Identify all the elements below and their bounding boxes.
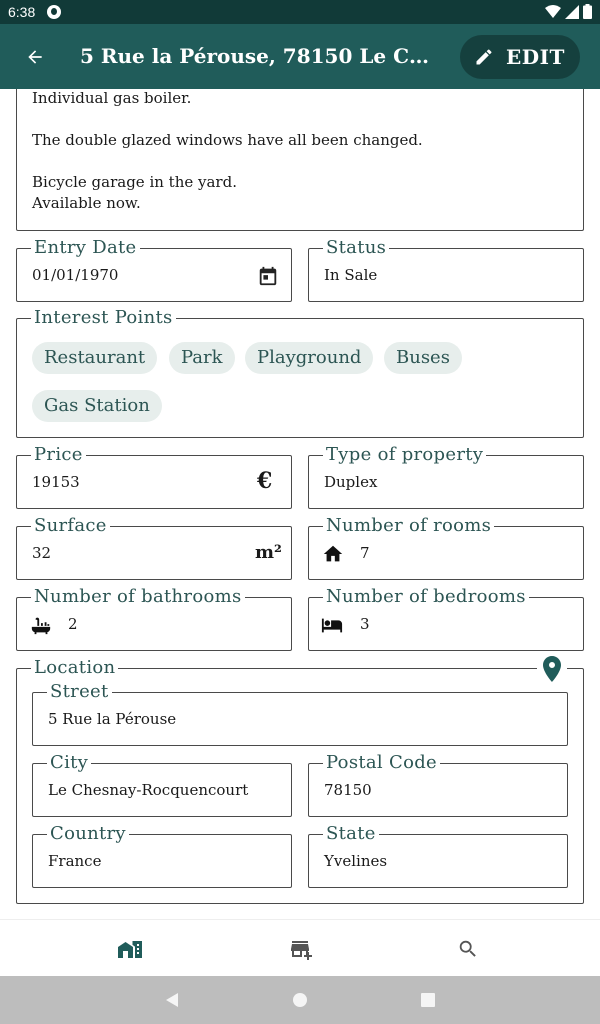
bedrooms-label: Number of bedrooms	[323, 586, 529, 608]
triangle-back-icon	[166, 993, 178, 1007]
chip-park[interactable]: Park	[169, 342, 235, 374]
square-meter-icon: m²	[255, 542, 282, 563]
interest-points-box: Interest Points Restaurant Park Playgrou…	[16, 307, 584, 438]
surface-value: 32	[32, 544, 52, 562]
bathtub-icon	[31, 617, 51, 635]
home-city-icon	[118, 940, 142, 958]
city-value: Le Chesnay-Rocquencourt	[48, 781, 249, 799]
bedrooms-field[interactable]: Number of bedrooms 3	[308, 586, 584, 651]
city-label: City	[47, 752, 92, 774]
country-field[interactable]: Country France	[32, 823, 292, 888]
postal-code-label: Postal Code	[323, 752, 440, 774]
bathrooms-field[interactable]: Number of bathrooms 2	[16, 586, 292, 651]
calendar-icon[interactable]	[257, 265, 279, 287]
circle-home-icon	[293, 993, 307, 1007]
city-field[interactable]: City Le Chesnay-Rocquencourt	[32, 752, 292, 817]
euro-icon: €	[257, 468, 273, 494]
country-label: Country	[47, 823, 129, 845]
location-label: Location	[31, 657, 119, 679]
type-of-property-label: Type of property	[323, 444, 487, 466]
system-back-button[interactable]	[142, 976, 202, 1024]
back-button[interactable]	[20, 42, 50, 72]
description-box: Individual gas boiler. The double glazed…	[16, 84, 584, 231]
entry-date-value: 01/01/1970	[32, 266, 119, 284]
street-label: Street	[47, 681, 112, 703]
bathrooms-label: Number of bathrooms	[31, 586, 245, 608]
edit-label: EDIT	[506, 45, 565, 69]
pencil-icon	[476, 49, 492, 65]
bathrooms-value: 2	[68, 615, 78, 633]
home-icon	[323, 545, 343, 562]
price-label: Price	[31, 444, 86, 466]
price-value: 19153	[32, 473, 80, 491]
signal-icon	[565, 4, 579, 19]
chip-gas-station[interactable]: Gas Station	[32, 390, 162, 422]
bed-icon	[321, 618, 343, 633]
description-line: Individual gas boiler.	[32, 89, 192, 107]
status-label: Status	[323, 237, 390, 259]
search-icon	[459, 940, 476, 957]
system-home-button[interactable]	[270, 976, 330, 1024]
arrow-back-icon	[28, 50, 42, 64]
status-field[interactable]: Status In Sale	[308, 237, 584, 302]
description-line: Bicycle garage in the yard.	[32, 173, 237, 191]
store-plus-icon	[291, 940, 312, 960]
postal-code-field[interactable]: Postal Code 78150	[308, 752, 568, 817]
entry-date-label: Entry Date	[31, 237, 140, 259]
status-time: 6:38	[8, 4, 36, 20]
rooms-value: 7	[360, 544, 370, 562]
wifi-icon	[545, 4, 561, 18]
country-value: France	[48, 852, 102, 870]
map-marker-icon[interactable]	[537, 655, 567, 687]
page-title: 5 Rue la Pérouse, 78150 Le Chesnay-Rocqu…	[80, 44, 442, 68]
system-navigation-bar	[0, 976, 600, 1024]
postal-code-value: 78150	[324, 781, 372, 799]
rooms-label: Number of rooms	[323, 515, 495, 537]
state-field[interactable]: State Yvelines	[308, 823, 568, 888]
status-bar: 6:38	[0, 0, 600, 24]
rooms-field[interactable]: Number of rooms 7	[308, 515, 584, 580]
square-recents-icon	[421, 993, 435, 1007]
app-bar: 5 Rue la Pérouse, 78150 Le Chesnay-Rocqu…	[0, 24, 600, 89]
price-field[interactable]: Price 19153 €	[16, 444, 292, 509]
location-box: Location Street 5 Rue la Pérouse City Le…	[16, 655, 584, 904]
interest-points-label: Interest Points	[31, 307, 176, 329]
surface-label: Surface	[31, 515, 110, 537]
chip-buses[interactable]: Buses	[384, 342, 462, 374]
street-field[interactable]: Street 5 Rue la Pérouse	[32, 681, 568, 746]
battery-icon	[583, 4, 592, 19]
bottom-navigation	[0, 919, 600, 976]
type-of-property-value: Duplex	[324, 473, 378, 491]
description-line: The double glazed windows have all been …	[32, 131, 423, 149]
description-text: Individual gas boiler. The double glazed…	[32, 88, 562, 214]
nav-search[interactable]	[368, 920, 568, 977]
entry-date-field[interactable]: Entry Date 01/01/1970	[16, 237, 292, 302]
surface-field[interactable]: Surface 32 m²	[16, 515, 292, 580]
status-value: In Sale	[324, 266, 378, 284]
system-recents-button[interactable]	[398, 976, 458, 1024]
chip-playground[interactable]: Playground	[245, 342, 374, 374]
app-notification-icon	[47, 5, 61, 19]
state-label: State	[323, 823, 379, 845]
edit-button[interactable]: EDIT	[460, 35, 580, 79]
status-indicators	[545, 4, 592, 19]
type-of-property-field[interactable]: Type of property Duplex	[308, 444, 584, 509]
street-value: 5 Rue la Pérouse	[48, 710, 177, 728]
bedrooms-value: 3	[360, 615, 370, 633]
state-value: Yvelines	[324, 852, 388, 870]
description-line: Available now.	[32, 194, 141, 212]
chip-restaurant[interactable]: Restaurant	[32, 342, 158, 374]
